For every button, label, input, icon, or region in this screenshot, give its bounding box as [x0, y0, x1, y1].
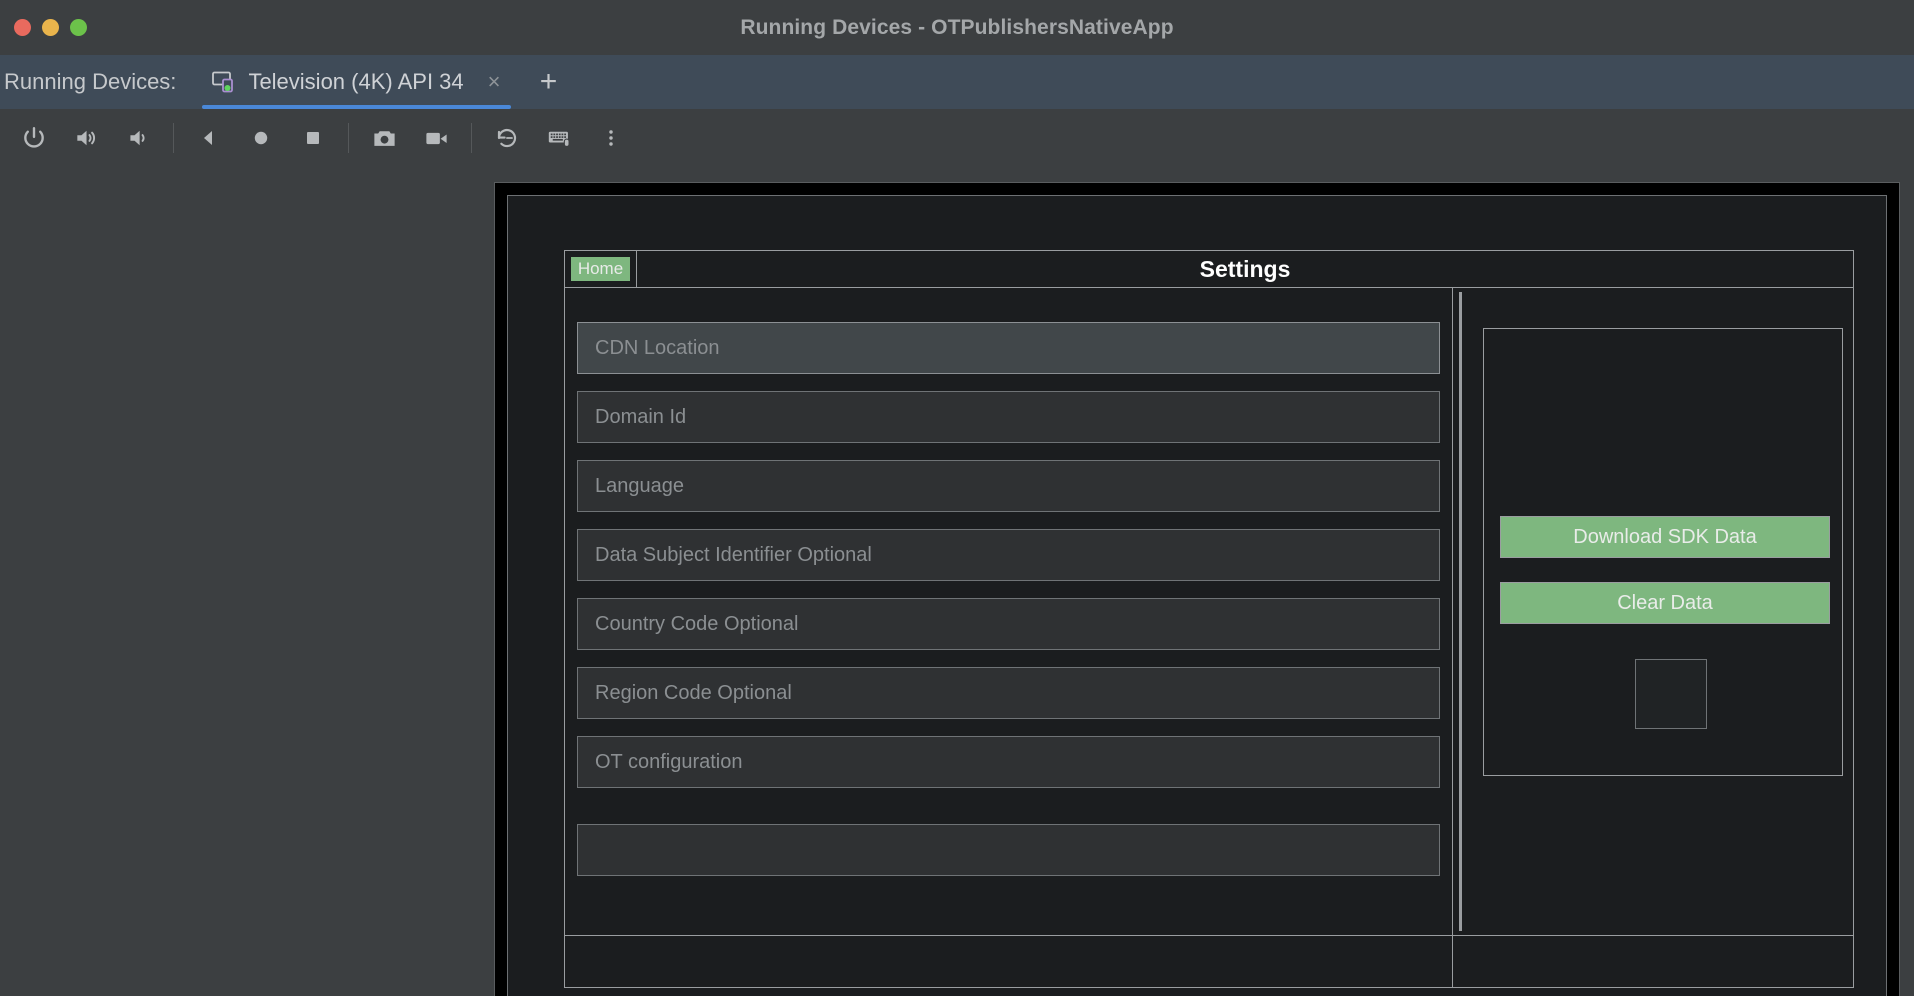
maximize-window-button[interactable] — [70, 19, 87, 36]
back-icon[interactable] — [183, 115, 235, 161]
cdn-location-field[interactable]: CDN Location — [577, 322, 1440, 374]
home-button-label: Home — [570, 257, 631, 281]
app-body: CDN Location Domain Id Language Data Sub… — [564, 288, 1854, 936]
download-sdk-data-button[interactable]: Download SDK Data — [1500, 516, 1830, 558]
power-icon[interactable] — [8, 115, 60, 161]
traffic-lights — [14, 0, 87, 55]
domain-id-placeholder: Domain Id — [595, 405, 687, 428]
language-placeholder: Language — [595, 474, 684, 497]
country-code-placeholder: Country Code Optional — [595, 612, 799, 635]
country-code-field[interactable]: Country Code Optional — [577, 598, 1440, 650]
actions-panel: Download SDK Data Clear Data — [1483, 328, 1843, 776]
tab-television-4k-api-34[interactable]: Television (4K) API 34 × — [190, 55, 522, 109]
screenshot-camera-icon[interactable] — [358, 115, 410, 161]
record-video-icon[interactable] — [410, 115, 462, 161]
page-title: Settings — [1199, 255, 1291, 282]
tab-label: Television (4K) API 34 — [248, 69, 464, 94]
overview-icon[interactable] — [287, 115, 339, 161]
device-frame: Home Settings CDN Location Domain Id Lan… — [494, 182, 1900, 996]
running-devices-label: Running Devices: — [4, 69, 177, 94]
download-sdk-data-label: Download SDK Data — [1573, 525, 1757, 548]
home-button[interactable]: Home — [565, 251, 637, 287]
keyboard-icon[interactable] — [533, 115, 585, 161]
close-icon[interactable]: × — [484, 69, 505, 95]
ot-configuration-placeholder: OT configuration — [595, 750, 743, 773]
running-devices-tabstrip: Running Devices: Television (4K) API 34 … — [0, 55, 1914, 109]
region-code-field[interactable]: Region Code Optional — [577, 667, 1440, 719]
panel-scrollbar[interactable] — [1453, 288, 1469, 935]
device-screen-icon — [212, 71, 236, 93]
page-title-container: Settings — [637, 251, 1853, 287]
clear-data-button[interactable]: Clear Data — [1500, 582, 1830, 624]
rotate-left-icon[interactable] — [481, 115, 533, 161]
region-code-placeholder: Region Code Optional — [595, 681, 792, 704]
android-app-ui: Home Settings CDN Location Domain Id Lan… — [564, 250, 1886, 996]
empty-field[interactable] — [577, 824, 1440, 876]
toolbar-separator — [348, 123, 349, 153]
domain-id-field[interactable]: Domain Id — [577, 391, 1440, 443]
active-tab-indicator — [202, 105, 511, 109]
settings-form: CDN Location Domain Id Language Data Sub… — [565, 288, 1453, 935]
device-screen[interactable]: Home Settings CDN Location Domain Id Lan… — [507, 195, 1887, 996]
toolbar-separator — [471, 123, 472, 153]
volume-up-icon[interactable] — [60, 115, 112, 161]
more-vertical-icon[interactable] — [585, 115, 637, 161]
footer-right-cell — [1453, 936, 1853, 987]
data-subject-identifier-placeholder: Data Subject Identifier Optional — [595, 543, 872, 566]
clear-data-label: Clear Data — [1617, 591, 1713, 614]
close-window-button[interactable] — [14, 19, 31, 36]
window-title: Running Devices - OTPublishersNativeApp — [740, 15, 1174, 39]
app-footer — [564, 936, 1854, 988]
app-header: Home Settings — [564, 250, 1854, 288]
ot-configuration-field[interactable]: OT configuration — [577, 736, 1440, 788]
cdn-location-placeholder: CDN Location — [595, 336, 720, 359]
emulator-toolbar — [0, 109, 1914, 167]
minimize-window-button[interactable] — [42, 19, 59, 36]
window-title-bar: Running Devices - OTPublishersNativeApp — [0, 0, 1914, 55]
toolbar-separator — [173, 123, 174, 153]
language-field[interactable]: Language — [577, 460, 1440, 512]
image-placeholder — [1635, 659, 1707, 729]
home-icon[interactable] — [235, 115, 287, 161]
footer-left-cell — [565, 936, 1453, 987]
emulator-stage: Home Settings CDN Location Domain Id Lan… — [0, 167, 1914, 996]
data-subject-identifier-field[interactable]: Data Subject Identifier Optional — [577, 529, 1440, 581]
volume-down-icon[interactable] — [112, 115, 164, 161]
actions-column: Download SDK Data Clear Data — [1469, 288, 1853, 935]
add-device-button[interactable]: + — [523, 55, 575, 109]
